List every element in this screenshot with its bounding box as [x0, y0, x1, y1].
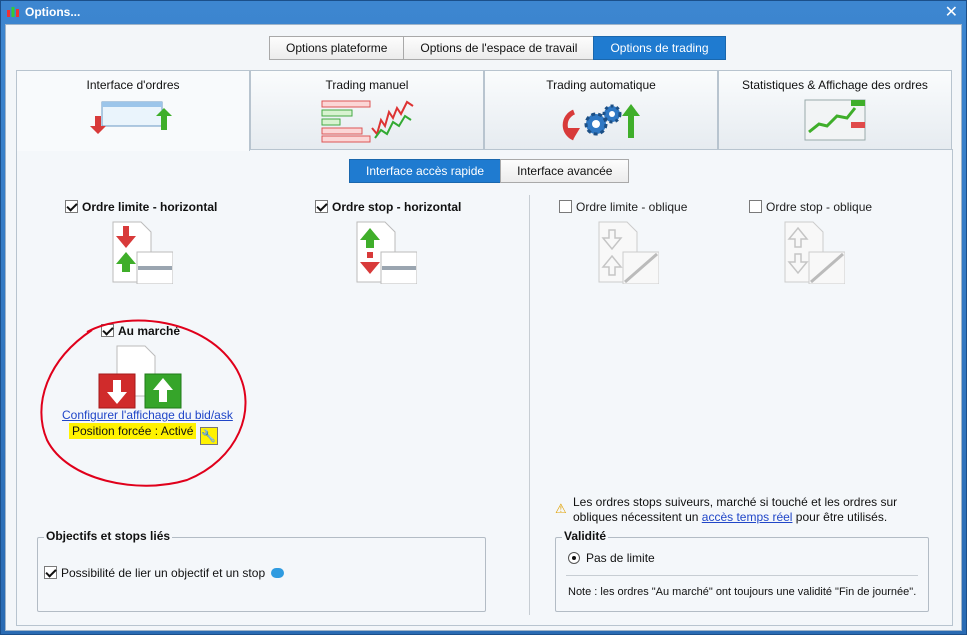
- tab-options-espace-travail[interactable]: Options de l'espace de travail: [403, 36, 595, 60]
- market-icon: [98, 345, 182, 409]
- configure-bid-ask-link[interactable]: Configurer l'affichage du bid/ask: [62, 408, 233, 422]
- market-label: Au marché: [118, 324, 181, 338]
- tab-statistiques[interactable]: Statistiques & Affichage des ordres: [718, 70, 952, 150]
- stop-horizontal-checkbox[interactable]: [315, 200, 328, 213]
- tab-label: Statistiques & Affichage des ordres: [742, 78, 928, 92]
- validity-divider: [566, 575, 918, 576]
- tab-label: Trading automatique: [546, 78, 656, 92]
- options-window: Options... ✕ Options plateforme Options …: [0, 0, 967, 635]
- app-icon: [7, 7, 19, 17]
- validity-group-title: Validité: [562, 529, 609, 543]
- tab-label: Interface d'ordres: [86, 78, 180, 92]
- dialog-content: Options plateforme Options de l'espace d…: [5, 24, 962, 631]
- option-market[interactable]: Au marché: [101, 324, 180, 338]
- realtime-warning: ⚠ Les ordres stops suiveurs, marché si t…: [555, 495, 935, 525]
- tab-interface-avancee[interactable]: Interface avancée: [500, 159, 630, 183]
- objectives-group-title: Objectifs et stops liés: [44, 529, 173, 543]
- realtime-access-link[interactable]: accès temps réel: [702, 510, 793, 524]
- tab-trading-automatique[interactable]: Trading automatique: [484, 70, 718, 150]
- limit-horizontal-label: Ordre limite - horizontal: [82, 200, 218, 214]
- stop-oblique-icon: [784, 221, 845, 284]
- option-stop-oblique[interactable]: Ordre stop - oblique: [749, 200, 872, 214]
- market-checkbox[interactable]: [101, 324, 114, 337]
- link-objective-stop-checkbox[interactable]: [44, 566, 57, 579]
- option-stop-horizontal[interactable]: Ordre stop - horizontal: [315, 200, 461, 214]
- automatic-trading-icon: [562, 104, 640, 141]
- link-objective-stop-label: Possibilité de lier un objectif et un st…: [61, 566, 266, 580]
- limit-horizontal-icon: [112, 221, 173, 284]
- tab-interface-acces-rapide[interactable]: Interface accès rapide: [349, 159, 502, 183]
- info-bubble-icon[interactable]: [271, 568, 285, 578]
- no-limit-radio[interactable]: [568, 552, 580, 564]
- top-tabs: Options plateforme Options de l'espace d…: [269, 36, 726, 60]
- sub-tabs: Interface accès rapide Interface avancée: [349, 159, 630, 183]
- statistics-icon: [804, 99, 866, 141]
- validity-note: Note : les ordres "Au marché" ont toujou…: [568, 586, 917, 598]
- tab-trading-manuel[interactable]: Trading manuel: [250, 70, 484, 150]
- stop-oblique-label: Ordre stop - oblique: [766, 200, 873, 214]
- tab-options-plateforme[interactable]: Options plateforme: [269, 36, 405, 60]
- limit-oblique-icon: [598, 221, 659, 284]
- warning-icon: ⚠: [555, 501, 567, 516]
- tab-options-trading[interactable]: Options de trading: [593, 36, 726, 60]
- title-bar[interactable]: Options... ✕: [1, 1, 966, 23]
- limit-oblique-checkbox[interactable]: [559, 200, 572, 213]
- warning-text-end: pour être utilisés.: [792, 510, 888, 524]
- limit-oblique-label: Ordre limite - oblique: [576, 200, 688, 214]
- order-interface-panel: Interface accès rapide Interface avancée…: [16, 149, 953, 626]
- panel-divider: [529, 195, 530, 615]
- stop-horizontal-label: Ordre stop - horizontal: [332, 200, 462, 214]
- wrench-icon[interactable]: 🔧: [199, 427, 218, 445]
- forced-position-status[interactable]: Position forcée : Activé 🔧: [69, 423, 218, 445]
- stop-horizontal-icon: [356, 221, 417, 284]
- order-interface-icon: [90, 101, 172, 134]
- manual-trading-icon: [321, 100, 414, 143]
- option-limit-oblique[interactable]: Ordre limite - oblique: [559, 200, 687, 214]
- forced-position-label: Position forcée : Activé: [69, 423, 197, 439]
- tab-label: Trading manuel: [325, 78, 409, 92]
- validity-group: Validité Pas de limite Note : les ordres…: [555, 529, 929, 612]
- option-limit-horizontal[interactable]: Ordre limite - horizontal: [65, 200, 217, 214]
- close-icon[interactable]: ✕: [945, 2, 958, 22]
- option-link-objective-stop[interactable]: Possibilité de lier un objectif et un st…: [44, 566, 285, 580]
- tab-interface-ordres[interactable]: Interface d'ordres: [16, 70, 250, 151]
- option-no-limit[interactable]: Pas de limite: [568, 551, 655, 565]
- no-limit-label: Pas de limite: [586, 551, 655, 565]
- window-title: Options...: [25, 5, 81, 19]
- stop-oblique-checkbox[interactable]: [749, 200, 762, 213]
- limit-horizontal-checkbox[interactable]: [65, 200, 78, 213]
- objectives-group: Objectifs et stops liés Possibilité de l…: [37, 529, 486, 612]
